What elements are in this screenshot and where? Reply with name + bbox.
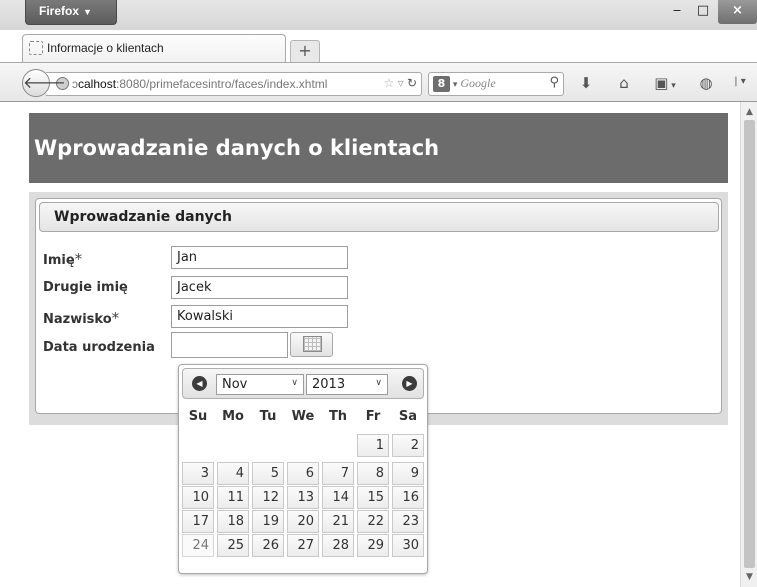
calendar-day[interactable]: 29 xyxy=(357,534,389,557)
calendar-day[interactable]: 6 xyxy=(287,462,319,485)
navigation-toolbar: ɔcalhost:8080/primefacesintro/faces/inde… xyxy=(0,62,757,102)
page-viewport: Wprowadzanie danych o klientach Wprowadz… xyxy=(22,102,740,587)
new-tab-button[interactable]: + xyxy=(290,40,320,62)
url-host: calhost xyxy=(78,77,117,91)
required-marker: * xyxy=(74,250,83,268)
page-favicon-icon xyxy=(29,41,43,55)
calendar-day[interactable]: 2 xyxy=(392,434,424,457)
calendar-day[interactable]: 12 xyxy=(252,486,284,509)
datepicker-header: ◀ Nov ∨ 2013 ∨ ▶ xyxy=(182,368,424,399)
download-icon[interactable]: ⬇ xyxy=(577,74,595,92)
scrollbar-thumb[interactable] xyxy=(744,120,755,568)
firefox-menu-label: Firefox xyxy=(39,4,80,18)
weekday-header: Sa xyxy=(398,409,418,424)
calendar-day[interactable]: 14 xyxy=(322,486,354,509)
calendar-day[interactable]: 22 xyxy=(357,510,389,533)
calendar-day[interactable]: 28 xyxy=(322,534,354,557)
url-bar-actions: ☆ ▿ ↻ xyxy=(383,76,417,90)
window-titlebar: Firefox ▼ ‒ □ × xyxy=(0,0,757,30)
tab-title: Informacje o klientach xyxy=(47,41,164,55)
middle-name-label: Drugie imię xyxy=(43,280,128,295)
calendar-day[interactable]: 20 xyxy=(287,510,319,533)
menu-overflow-icon[interactable]: | ▾ xyxy=(728,76,752,87)
birth-date-label: Data urodzenia xyxy=(43,340,155,355)
calendar-day[interactable]: 4 xyxy=(217,462,249,485)
calendar-day[interactable]: 23 xyxy=(392,510,424,533)
middle-name-field[interactable]: Jacek xyxy=(171,276,348,299)
search-engine-icon[interactable]: 8 xyxy=(433,76,450,92)
history-dropdown-icon[interactable]: ▿ xyxy=(398,76,404,90)
addon-icon[interactable]: ◍ xyxy=(697,74,715,92)
tab-strip: Informacje o klientach + xyxy=(0,30,757,62)
calendar-day[interactable]: 21 xyxy=(322,510,354,533)
weekday-header: Mo xyxy=(222,409,244,424)
bookmarks-icon[interactable]: ▣ ▾ xyxy=(650,74,680,92)
chevron-down-icon: ∨ xyxy=(375,378,382,388)
last-name-field[interactable]: Kowalski xyxy=(171,305,348,328)
url-path: :8080/primefacesintro/faces/index.xhtml xyxy=(116,77,328,91)
home-icon[interactable]: ⌂ xyxy=(614,74,634,92)
calendar-day[interactable]: 3 xyxy=(182,462,214,485)
calendar-day[interactable]: 30 xyxy=(392,534,424,557)
weekday-header: Th xyxy=(328,409,348,424)
weekday-header: Fr xyxy=(365,409,381,424)
weekday-header: Su xyxy=(188,409,208,424)
calendar-day[interactable]: 26 xyxy=(252,534,284,557)
weekday-header: We xyxy=(291,409,315,424)
close-window-button[interactable]: × xyxy=(718,0,757,24)
search-input[interactable]: 8 ▾ Google ⚲ xyxy=(428,72,564,96)
calendar-icon xyxy=(303,336,322,352)
calendar-day[interactable]: 8 xyxy=(357,462,389,485)
maximize-button[interactable]: □ xyxy=(690,0,716,24)
next-month-icon[interactable]: ▶ xyxy=(402,376,417,391)
search-icon[interactable]: ⚲ xyxy=(549,75,559,90)
first-name-field[interactable]: Jan xyxy=(171,246,348,269)
year-select[interactable]: 2013 ∨ xyxy=(306,374,388,395)
calendar-day[interactable]: 7 xyxy=(322,462,354,485)
chevron-down-icon: ∨ xyxy=(291,378,298,388)
calendar-day[interactable]: 9 xyxy=(392,462,424,485)
prev-month-icon[interactable]: ◀ xyxy=(192,376,207,391)
calendar-day[interactable]: 15 xyxy=(357,486,389,509)
calendar-button[interactable] xyxy=(290,332,333,357)
datepicker-popup: ◀ Nov ∨ 2013 ∨ ▶ Su Mo Tu We Th Fr Sa 1 2 3 4 5 6 7 8 9 10… xyxy=(178,364,428,574)
first-name-label: Imię* xyxy=(43,250,83,268)
birth-date-field[interactable] xyxy=(171,332,288,358)
calendar-day[interactable]: 1 xyxy=(357,434,389,457)
calendar-day[interactable]: 11 xyxy=(217,486,249,509)
scroll-up-icon[interactable]: ▲ xyxy=(741,104,757,120)
calendar-day[interactable]: 18 xyxy=(217,510,249,533)
reload-icon[interactable]: ↻ xyxy=(407,76,417,90)
calendar-day[interactable]: 16 xyxy=(392,486,424,509)
calendar-day[interactable]: 17 xyxy=(182,510,214,533)
search-placeholder: Google xyxy=(460,76,496,90)
year-select-value: 2013 xyxy=(312,377,346,392)
calendar-day[interactable]: 24 xyxy=(182,534,214,557)
page-title: Wprowadzanie danych o klientach xyxy=(29,113,728,183)
calendar-day[interactable]: 13 xyxy=(287,486,319,509)
scroll-down-icon[interactable]: ▼ xyxy=(741,569,757,585)
month-select-value: Nov xyxy=(222,377,248,392)
calendar-day[interactable]: 5 xyxy=(252,462,284,485)
calendar-day[interactable]: 27 xyxy=(287,534,319,557)
back-button[interactable]: 🡐 xyxy=(22,69,66,97)
panel-title: Wprowadzanie danych xyxy=(39,202,719,232)
page-scrollbar[interactable]: ▲ ▼ xyxy=(740,102,757,587)
bookmark-star-icon[interactable]: ☆ xyxy=(383,76,394,90)
minimize-button[interactable]: ‒ xyxy=(664,0,690,24)
weekday-header: Tu xyxy=(259,409,277,424)
calendar-day[interactable]: 19 xyxy=(252,510,284,533)
required-marker: * xyxy=(111,309,120,327)
last-name-label: Nazwisko* xyxy=(43,309,120,327)
back-arrow-icon: 🡐 xyxy=(23,73,66,92)
firefox-menu-button[interactable]: Firefox ▼ xyxy=(25,0,117,25)
chevron-down-icon: ▼ xyxy=(83,7,92,17)
calendar-day[interactable]: 10 xyxy=(182,486,214,509)
calendar-day[interactable]: 25 xyxy=(217,534,249,557)
url-bar[interactable]: ɔcalhost:8080/primefacesintro/faces/inde… xyxy=(46,72,422,96)
tab-informacje[interactable]: Informacje o klientach xyxy=(22,34,286,62)
month-select[interactable]: Nov ∨ xyxy=(216,374,304,395)
